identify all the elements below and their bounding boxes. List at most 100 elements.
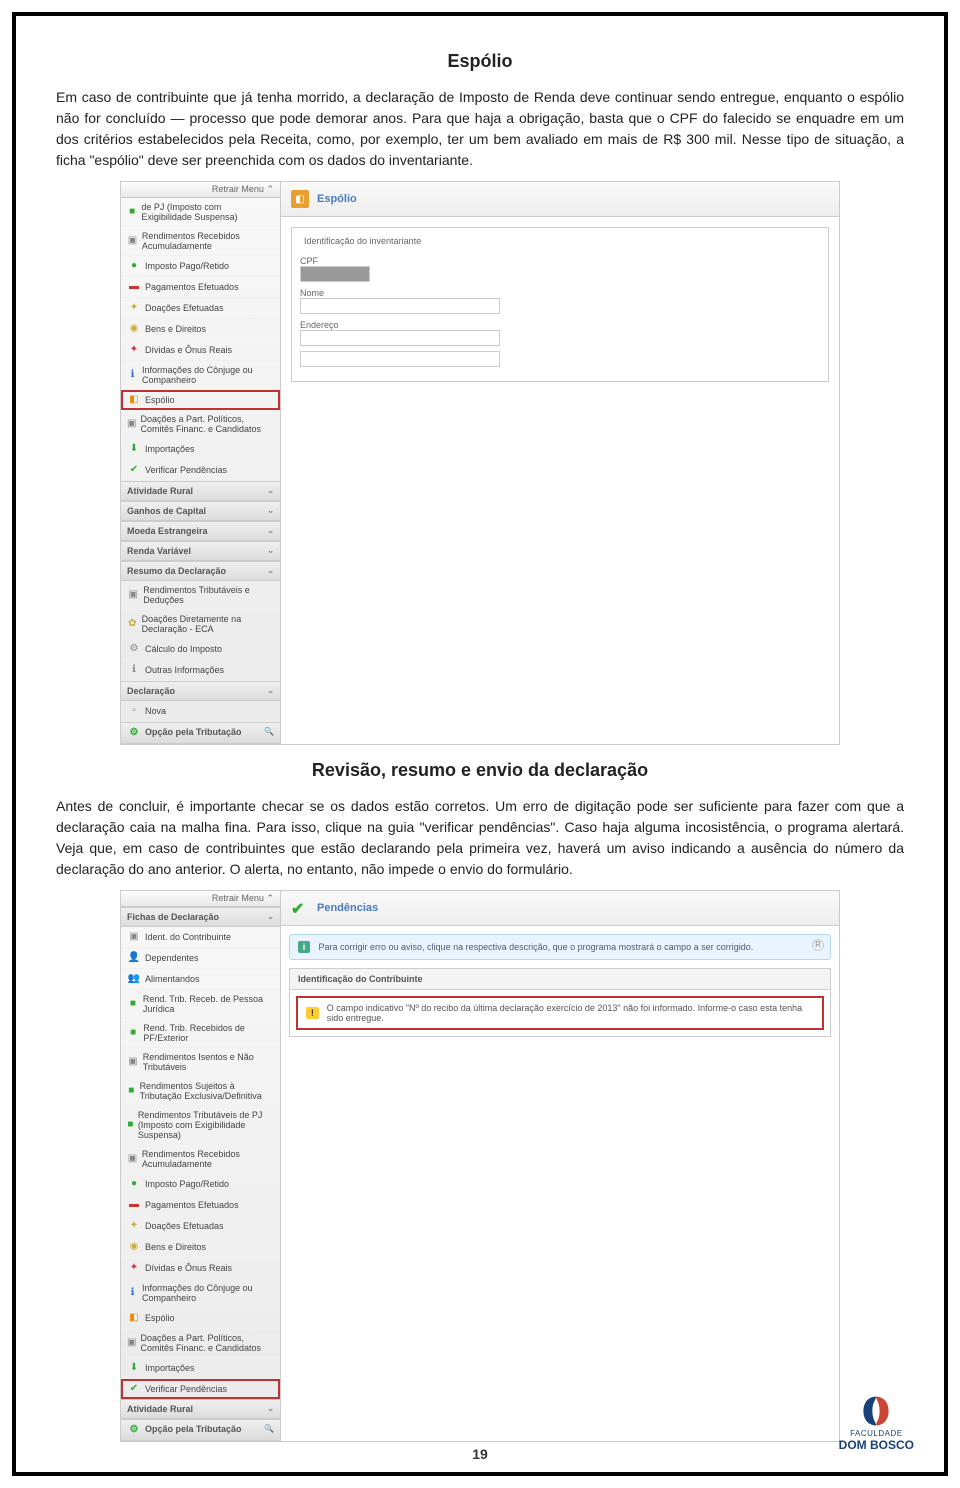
sidebar-item[interactable]: ●Imposto Pago/Retido xyxy=(121,1174,280,1195)
sidebar-item[interactable]: ✦Dívidas e Ônus Reais xyxy=(121,1258,280,1279)
input-cpf[interactable] xyxy=(300,266,370,282)
sidebar-item-label: Doações Diretamente na Declaração - ECA xyxy=(142,614,274,634)
sidebar-item-label: Rend. Trib. Recebidos de PF/Exterior xyxy=(143,1023,274,1043)
sidebar-item[interactable]: ▣Rendimentos Recebidos Acumuladamente xyxy=(121,227,280,256)
sidebar-item[interactable]: ✔Verificar Pendências xyxy=(121,460,280,481)
section-declaracao[interactable]: Declaração⌄ xyxy=(121,681,280,701)
pend-text: O campo indicativo "Nº do recibo da últi… xyxy=(327,1003,814,1023)
sidebar-item[interactable]: ℹOutras Informações xyxy=(121,660,280,681)
sidebar-item-label: Rendimentos Recebidos Acumuladamente xyxy=(142,1149,274,1169)
sidebar-section[interactable]: Resumo da Declaração⌄ xyxy=(121,561,280,581)
section-opcao-tributacao-2[interactable]: ⚙Opção pela Tributação🔍 xyxy=(121,1419,280,1441)
sidebar-item-label: Rendimentos Tributáveis e Deduções xyxy=(143,585,274,605)
sidebar-item[interactable]: ✦Dívidas e Ônus Reais xyxy=(121,340,280,361)
section-title-revisao: Revisão, resumo e envio da declaração xyxy=(56,760,904,781)
sidebar-item[interactable]: 👤Dependentes xyxy=(121,948,280,969)
item-icon: ■ xyxy=(127,1027,139,1039)
input-endereco-2[interactable] xyxy=(300,351,500,367)
item-icon: ◧ xyxy=(127,1312,141,1324)
sidebar-item[interactable]: ▬Pagamentos Efetuados xyxy=(121,1195,280,1216)
item-icon: ⬇ xyxy=(127,1362,141,1374)
document-icon: ▫ xyxy=(127,705,141,717)
item-icon: ▣ xyxy=(127,589,139,601)
sidebar-item-label: Importações xyxy=(145,1363,195,1373)
sidebar-item[interactable]: ▣Rendimentos Recebidos Acumuladamente xyxy=(121,1145,280,1174)
item-icon: ✦ xyxy=(127,1220,141,1232)
retrair-menu[interactable]: Retrair Menu ⌃ xyxy=(121,182,280,198)
sidebar-item-nova[interactable]: ▫Nova xyxy=(121,701,280,722)
input-nome[interactable] xyxy=(300,298,500,314)
app-window-pendencias: Retrair Menu ⌃ Fichas de Declaração⌄ ▣Id… xyxy=(120,890,840,1442)
sidebar-section[interactable]: Ganhos de Capital⌄ xyxy=(121,501,280,521)
item-icon: ✦ xyxy=(127,1262,141,1274)
item-icon: ✦ xyxy=(127,302,141,314)
chevron-down-icon: ⌄ xyxy=(267,546,274,555)
item-icon: ✔ xyxy=(127,1383,141,1395)
sidebar-item[interactable]: ●Imposto Pago/Retido xyxy=(121,256,280,277)
sidebar-item[interactable]: ◉Bens e Direitos xyxy=(121,1237,280,1258)
sidebar-item[interactable]: ▣ Rendimentos Tributáveis e Deduções xyxy=(121,581,280,610)
sidebar-section[interactable]: Renda Variável⌄ xyxy=(121,541,280,561)
item-icon: ℹ xyxy=(127,664,141,676)
sidebar-item-label: Espólio xyxy=(145,1313,175,1323)
item-icon: ◉ xyxy=(127,323,141,335)
sidebar-item[interactable]: ✿ Doações Diretamente na Declaração - ECA xyxy=(121,610,280,639)
sidebar-item-label: Imposto Pago/Retido xyxy=(145,261,229,271)
sidebar-item[interactable]: ℹInformações do Cônjuge ou Companheiro xyxy=(121,1279,280,1308)
sidebar-item[interactable]: ▣Rendimentos Isentos e Não Tributáveis xyxy=(121,1048,280,1077)
sidebar-item-label: Doações Efetuadas xyxy=(145,1221,224,1231)
sidebar-item-label: Doações a Part. Políticos, Comitês Finan… xyxy=(140,414,274,434)
sidebar-item[interactable]: 👥Alimentandos xyxy=(121,969,280,990)
sidebar-item[interactable]: ◧ Espólio xyxy=(121,1308,280,1329)
sidebar-item[interactable]: ℹ Informações do Cônjuge ou Companheiro xyxy=(121,361,280,390)
item-icon: ▣ xyxy=(127,1056,139,1068)
sidebar-item[interactable]: ■Rendimentos Sujeitos à Tributação Exclu… xyxy=(121,1077,280,1106)
retrair-menu-2[interactable]: Retrair Menu ⌃ xyxy=(121,891,280,907)
item-icon: ▣ xyxy=(127,931,141,943)
sidebar-section[interactable]: Atividade Rural⌄ xyxy=(121,481,280,501)
fieldset-inventariante: Identificação do inventariante CPF Nome … xyxy=(291,227,829,382)
sidebar-item[interactable]: ⬇Importações xyxy=(121,439,280,460)
chevron-down-icon: ⌄ xyxy=(267,1404,274,1413)
sidebar-item[interactable]: ▬Pagamentos Efetuados xyxy=(121,277,280,298)
sidebar-item-label: Doações a Part. Políticos, Comitês Finan… xyxy=(140,1333,274,1353)
sidebar-item[interactable]: ■Rendimentos Tributáveis de PJ (Imposto … xyxy=(121,1106,280,1145)
warning-icon: ! xyxy=(306,1007,319,1019)
sidebar-item[interactable]: ⚙Cálculo do Imposto xyxy=(121,639,280,660)
sidebar-item[interactable]: ◉Bens e Direitos xyxy=(121,319,280,340)
sidebar-item[interactable]: ⬇ Importações xyxy=(121,1358,280,1379)
item-icon: ● xyxy=(127,1178,141,1190)
close-icon[interactable]: R xyxy=(812,939,824,951)
sidebar-item[interactable]: ■Rend. Trib. Receb. de Pessoa Jurídica xyxy=(121,990,280,1019)
sidebar-item[interactable]: ◧Espólio xyxy=(121,390,280,410)
sidebar-item-label: Informações do Cônjuge ou Companheiro xyxy=(142,365,274,385)
chevron-down-icon: ⌄ xyxy=(267,566,274,575)
sidebar-item-label: Alimentandos xyxy=(145,974,200,984)
sidebar-item[interactable]: ▣Ident. do Contribuinte xyxy=(121,927,280,948)
label-cpf: CPF xyxy=(300,256,820,266)
search-icon: 🔍 xyxy=(264,1424,274,1433)
item-icon: ✿ xyxy=(127,618,138,630)
page-number: 19 xyxy=(472,1446,488,1462)
paragraph-revisao: Antes de concluir, é importante checar s… xyxy=(56,796,904,880)
sidebar-item[interactable]: ✦ Doações Efetuadas xyxy=(121,1216,280,1237)
sidebar-item[interactable]: ✔Verificar Pendências xyxy=(121,1379,280,1399)
main-panel: ◧ Espólio Identificação do inventariante… xyxy=(281,182,839,744)
section-atividade-rural[interactable]: Atividade Rural⌄ xyxy=(121,1399,280,1419)
sidebar-item[interactable]: ▣Doações a Part. Políticos, Comitês Fina… xyxy=(121,410,280,439)
section-fichas[interactable]: Fichas de Declaração⌄ xyxy=(121,907,280,927)
item-icon: ℹ xyxy=(127,369,138,381)
sidebar-item[interactable]: ✦Doações Efetuadas xyxy=(121,298,280,319)
item-icon: 👤 xyxy=(127,952,141,964)
section-opcao-tributacao[interactable]: ⚙Opção pela Tributação🔍 xyxy=(121,722,280,744)
sidebar-item[interactable]: ■ Rend. Trib. Recebidos de PF/Exterior xyxy=(121,1019,280,1048)
item-icon: ⬇ xyxy=(127,443,141,455)
logo-text-1: FACULDADE xyxy=(839,1429,914,1438)
pend-row[interactable]: ! O campo indicativo "Nº do recibo da úl… xyxy=(296,996,824,1030)
sidebar-item[interactable]: ■de PJ (Imposto com Exigibilidade Suspen… xyxy=(121,198,280,227)
sidebar-item[interactable]: ▣Doações a Part. Políticos, Comitês Fina… xyxy=(121,1329,280,1358)
sidebar-section[interactable]: Moeda Estrangeira⌄ xyxy=(121,521,280,541)
input-endereco[interactable] xyxy=(300,330,500,346)
panel-title: Espólio xyxy=(317,193,357,205)
sidebar-item-label: Dívidas e Ônus Reais xyxy=(145,345,232,355)
